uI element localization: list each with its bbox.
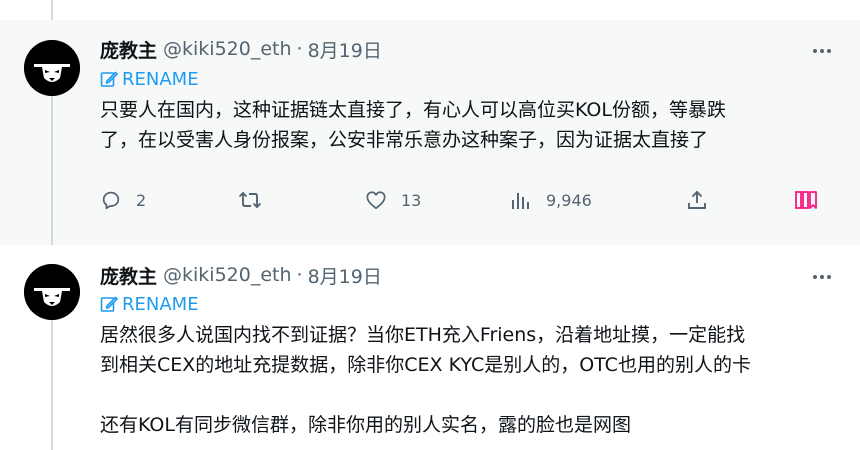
retweet-icon — [238, 191, 262, 209]
tweet[interactable]: 庞教主 @kiki520_eth · 8月19日 RENAME 居然很多人说国内… — [0, 245, 860, 450]
tweet-date[interactable]: 8月19日 — [308, 262, 382, 289]
tweet-text: 居然很多人说国内找不到证据？当你ETH充入Friens，沿着地址摸，一定能找 到… — [100, 324, 751, 436]
like-icon — [366, 191, 386, 210]
retweet-button[interactable] — [238, 185, 276, 215]
avatar-image — [24, 40, 80, 96]
rename-link[interactable]: RENAME — [100, 293, 199, 315]
tweet-text: 只要人在国内，这种证据链太直接了，有心人可以高位买KOL份额，等暴跌 了，在以受… — [100, 99, 726, 151]
thread-line — [51, 313, 53, 450]
reply-icon — [102, 191, 120, 210]
reply-button[interactable]: 2 — [100, 185, 146, 215]
bookmark-button[interactable] — [795, 185, 817, 215]
more-icon — [813, 49, 831, 53]
display-name[interactable]: 庞教主 — [100, 262, 157, 289]
tweet[interactable]: 庞教主 @kiki520_eth · 8月19日 RENAME 只要人在国内，这… — [0, 20, 860, 245]
rename-label: RENAME — [122, 293, 199, 315]
views-button[interactable]: 9,946 — [510, 185, 592, 215]
previous-tweet-tail — [0, 0, 860, 20]
share-button[interactable] — [686, 185, 708, 215]
handle[interactable]: @kiki520_eth — [163, 264, 292, 286]
thread-line — [51, 0, 53, 20]
display-name[interactable]: 庞教主 — [100, 36, 157, 63]
tweet-header: 庞教主 @kiki520_eth · 8月19日 — [100, 36, 382, 63]
like-count: 13 — [401, 190, 422, 210]
tweet-date[interactable]: 8月19日 — [308, 36, 382, 63]
separator: · — [296, 38, 303, 60]
separator: · — [296, 264, 303, 286]
tweet-actions: 2 13 9,946 — [100, 185, 825, 215]
more-button[interactable] — [810, 265, 834, 289]
edit-icon — [100, 71, 118, 87]
bookmark-icon — [795, 191, 817, 209]
edit-icon — [100, 296, 118, 312]
rename-label: RENAME — [122, 68, 199, 90]
handle[interactable]: @kiki520_eth — [163, 38, 292, 60]
like-button[interactable]: 13 — [365, 185, 421, 215]
share-icon — [688, 190, 706, 209]
views-count: 9,946 — [546, 190, 592, 210]
avatar[interactable] — [24, 264, 80, 320]
reply-count: 2 — [136, 190, 147, 210]
avatar-image — [24, 264, 80, 320]
more-icon — [813, 275, 831, 279]
tweet-header: 庞教主 @kiki520_eth · 8月19日 — [100, 262, 382, 289]
thread-line — [51, 88, 53, 245]
avatar[interactable] — [24, 40, 80, 96]
views-icon — [512, 193, 529, 209]
rename-link[interactable]: RENAME — [100, 68, 199, 90]
more-button[interactable] — [810, 39, 834, 63]
